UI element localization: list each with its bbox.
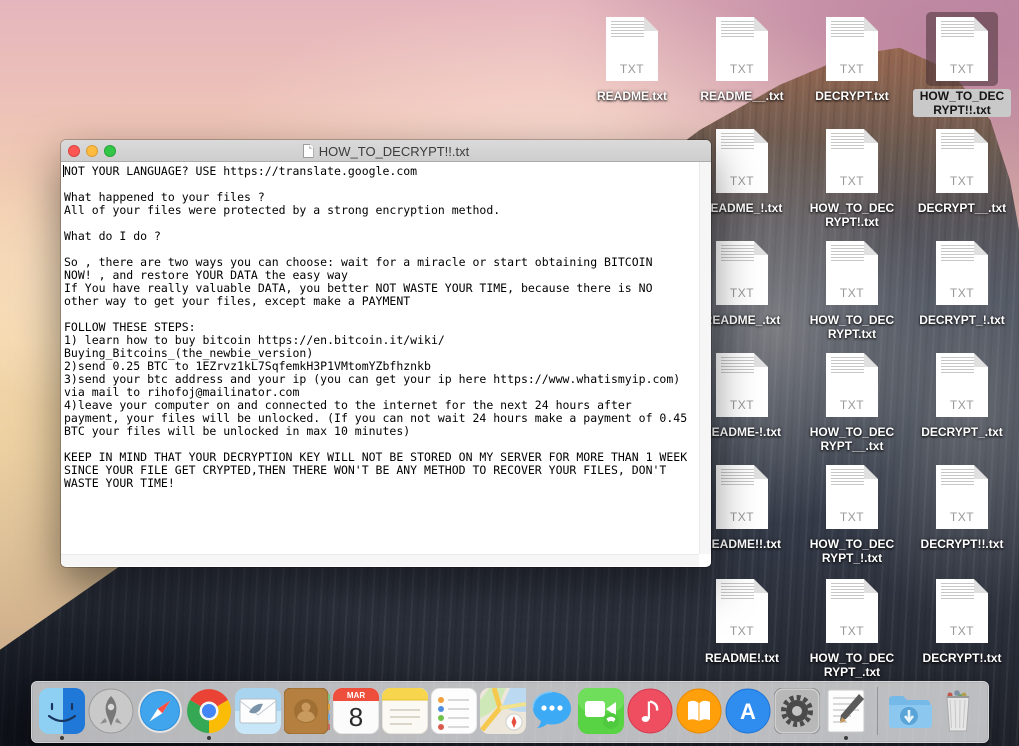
desktop-icon[interactable]: TXT HOW_TO_DECRYPT_.txt (800, 574, 904, 679)
reminders-icon[interactable] (431, 688, 477, 734)
svg-text:A: A (740, 699, 756, 724)
maps-icon[interactable] (480, 688, 526, 734)
textedit-icon[interactable] (823, 688, 869, 734)
ibooks-icon[interactable] (676, 688, 722, 734)
desktop-icon-label: DECRYPT__.txt (915, 201, 1009, 215)
desktop-icon-label: HOW_TO_DECRYPT__.txt (803, 425, 901, 453)
desktop-icon-label: DECRYPT.txt (812, 89, 892, 103)
vertical-scrollbar[interactable] (699, 162, 711, 554)
desktop-icon-label: DECRYPT!.txt (920, 651, 1005, 665)
desktop-icon-label: README.txt (594, 89, 670, 103)
running-indicator (207, 736, 211, 740)
notes-icon[interactable] (382, 688, 428, 734)
txt-file-icon: TXT (926, 460, 998, 534)
dock-separator (877, 687, 878, 735)
chrome-icon[interactable] (186, 688, 232, 734)
txt-file-icon: TXT (706, 124, 778, 198)
window-titlebar[interactable]: HOW_TO_DECRYPT!!.txt (61, 140, 711, 162)
txt-file-icon: TXT (706, 348, 778, 422)
txt-file-icon: TXT (926, 574, 998, 648)
desktop-icon[interactable]: TXT DECRYPT!.txt (910, 574, 1014, 665)
contacts-icon[interactable] (284, 688, 330, 734)
desktop-icon-label: DECRYPT_!.txt (916, 313, 1008, 327)
txt-file-icon: TXT (706, 236, 778, 310)
textedit-window: HOW_TO_DECRYPT!!.txt NOT YOUR LANGUAGE? … (61, 140, 711, 567)
desktop-icon-label: README!.txt (702, 651, 782, 665)
txt-file-icon: TXT (816, 574, 888, 648)
desktop-icon[interactable]: TXT HOW_TO_DECRYPT.txt (800, 236, 904, 341)
running-indicator (60, 736, 64, 740)
traffic-lights (68, 145, 116, 157)
desktop-icon[interactable]: TXT README__.txt (690, 12, 794, 103)
desktop-icon[interactable]: TXT README.txt (580, 12, 684, 103)
desktop-icon[interactable]: TXT DECRYPT_!.txt (910, 236, 1014, 327)
txt-file-icon: TXT (816, 236, 888, 310)
txt-file-icon: TXT (926, 124, 998, 198)
finder-icon[interactable] (39, 688, 85, 734)
running-indicator (844, 736, 848, 740)
desktop-icon-label: README_!.txt (699, 201, 786, 215)
desktop-icon-label: HOW_TO_DECRYPT!.txt (803, 201, 901, 229)
desktop-icon-label: HOW_TO_DECRYPT!!.txt (913, 89, 1011, 117)
desktop-icon-label: HOW_TO_DECRYPT_!.txt (803, 537, 901, 565)
desktop-icon[interactable]: TXT DECRYPT__.txt (910, 124, 1014, 215)
desktop-icon[interactable]: TXT DECRYPT!!.txt (910, 460, 1014, 551)
desktop-icon[interactable]: TXT HOW_TO_DECRYPT!!.txt (910, 12, 1014, 117)
desktop-icon-label: README-!.txt (700, 425, 784, 439)
txt-file-icon: TXT (816, 124, 888, 198)
window-title: HOW_TO_DECRYPT!!.txt (319, 144, 470, 159)
desktop-icon-label: README_.txt (701, 313, 784, 327)
txt-file-icon: TXT (816, 460, 888, 534)
desktop-icon[interactable]: TXT README!.txt (690, 574, 794, 665)
txt-file-icon: TXT (926, 12, 998, 86)
desktop-icon-label: README__.txt (697, 89, 786, 103)
txt-file-icon: TXT (706, 12, 778, 86)
messages-icon[interactable] (529, 688, 575, 734)
txt-file-icon: TXT (706, 574, 778, 648)
facetime-icon[interactable] (578, 688, 624, 734)
minimize-button[interactable] (86, 145, 98, 157)
desktop: TXT README.txt TXT README__.txt TXT DECRYPT.t… (0, 0, 1019, 746)
desktop-icon-label: HOW_TO_DECRYPT.txt (803, 313, 901, 341)
calendar-icon[interactable]: MAR 8 (333, 688, 379, 734)
desktop-icon[interactable]: TXT HOW_TO_DECRYPT_!.txt (800, 460, 904, 565)
dock: MAR 8 A (31, 681, 989, 743)
svg-text:8: 8 (348, 702, 362, 732)
desktop-icon[interactable]: TXT DECRYPT.txt (800, 12, 904, 103)
dock-items: MAR 8 A (32, 682, 988, 742)
horizontal-scrollbar[interactable] (61, 554, 699, 566)
txt-file-icon: TXT (816, 12, 888, 86)
system-preferences-icon[interactable] (774, 688, 820, 734)
txt-file-icon: TXT (816, 348, 888, 422)
zoom-button[interactable] (104, 145, 116, 157)
desktop-icon[interactable]: TXT HOW_TO_DECRYPT!.txt (800, 124, 904, 229)
txt-file-icon: TXT (596, 12, 668, 86)
desktop-icon-label: DECRYPT_.txt (918, 425, 1006, 439)
text-editor-area[interactable]: NOT YOUR LANGUAGE? USE https://translate… (61, 162, 711, 566)
close-button[interactable] (68, 145, 80, 157)
document-proxy-icon[interactable] (303, 144, 314, 158)
desktop-icon-label: README!!.txt (700, 537, 784, 551)
svg-text:MAR: MAR (346, 691, 364, 700)
txt-file-icon: TXT (926, 236, 998, 310)
mail-icon[interactable] (235, 688, 281, 734)
launchpad-icon[interactable] (88, 688, 134, 734)
app-store-icon[interactable]: A (725, 688, 771, 734)
txt-file-icon: TXT (706, 460, 778, 534)
safari-icon[interactable] (137, 688, 183, 734)
downloads-folder-icon[interactable] (886, 688, 932, 734)
desktop-icon-label: HOW_TO_DECRYPT_.txt (803, 651, 901, 679)
trash-icon[interactable] (935, 688, 981, 734)
txt-file-icon: TXT (926, 348, 998, 422)
desktop-icon[interactable]: TXT DECRYPT_.txt (910, 348, 1014, 439)
itunes-icon[interactable] (627, 688, 673, 734)
document-text[interactable]: NOT YOUR LANGUAGE? USE https://translate… (61, 162, 711, 502)
desktop-icon-label: DECRYPT!!.txt (918, 537, 1007, 551)
desktop-icon[interactable]: TXT HOW_TO_DECRYPT__.txt (800, 348, 904, 453)
text-caret (63, 165, 64, 177)
